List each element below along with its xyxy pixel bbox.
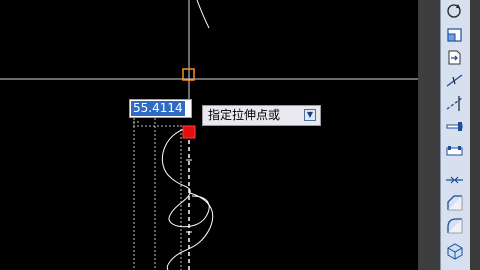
toolbar-panel bbox=[440, 0, 480, 270]
break-tool[interactable] bbox=[444, 140, 465, 161]
extend-tool[interactable] bbox=[444, 93, 465, 114]
break-at-point-tool[interactable] bbox=[444, 116, 465, 137]
scale-tool[interactable] bbox=[444, 24, 465, 45]
break-at-point-icon bbox=[446, 122, 463, 131]
explode-tool[interactable] bbox=[444, 240, 465, 261]
explode-icon bbox=[447, 243, 463, 260]
down-arrow-options-icon[interactable]: ▼ bbox=[304, 109, 316, 121]
rotate-tool[interactable] bbox=[444, 0, 465, 21]
fillet-icon bbox=[447, 218, 463, 234]
stretch-icon bbox=[448, 50, 461, 65]
rotate-icon bbox=[447, 4, 461, 18]
stretch-tool[interactable] bbox=[444, 47, 465, 68]
trim-tool[interactable] bbox=[444, 70, 465, 91]
modify-toolbar bbox=[418, 0, 480, 270]
command-prompt-text: 指定拉伸点或 bbox=[208, 108, 281, 122]
trim-icon bbox=[446, 74, 463, 87]
join-tool[interactable] bbox=[444, 170, 465, 191]
join-icon bbox=[446, 176, 463, 184]
drawing-canvas[interactable]: 55.4114 指定拉伸点或 ▼ bbox=[0, 0, 418, 270]
dynamic-input-value[interactable]: 55.4114 bbox=[131, 101, 185, 116]
dynamic-input-field[interactable]: 55.4114 bbox=[129, 99, 192, 118]
command-prompt-tooltip: 指定拉伸点或 ▼ bbox=[202, 105, 321, 126]
extend-icon bbox=[446, 96, 463, 111]
toolbar-edge bbox=[470, 0, 480, 270]
break-icon bbox=[446, 146, 463, 156]
scale-icon bbox=[447, 28, 462, 42]
chamfer-icon bbox=[447, 195, 463, 211]
fillet-tool[interactable] bbox=[444, 216, 465, 237]
curve-segment-top bbox=[196, 0, 210, 29]
spring-curve bbox=[161, 126, 213, 270]
chamfer-tool[interactable] bbox=[444, 193, 465, 214]
grip-selected[interactable] bbox=[182, 125, 196, 139]
